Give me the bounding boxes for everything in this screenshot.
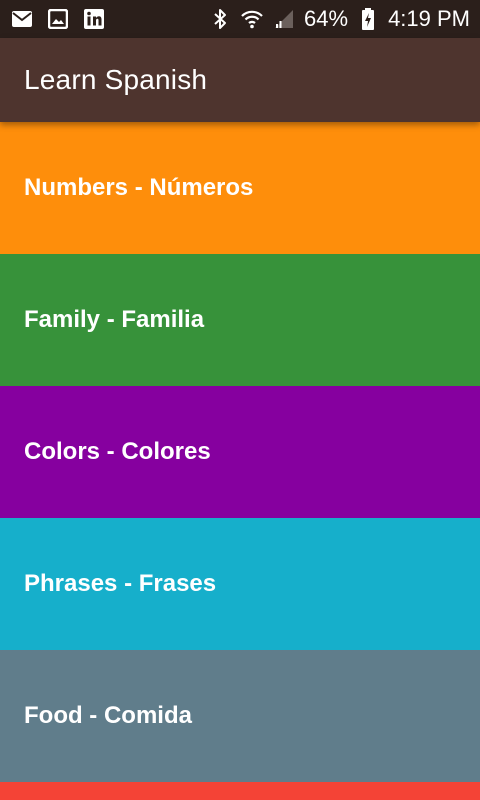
linkedin-icon	[82, 7, 106, 31]
status-bar: 64% 4:19 PM	[0, 0, 480, 38]
category-family[interactable]: Family - Familia	[0, 254, 480, 386]
category-list: Numbers - Números Family - Familia Color…	[0, 122, 480, 782]
category-label: Family - Familia	[24, 306, 205, 333]
image-icon	[46, 7, 70, 31]
clock: 4:19 PM	[388, 6, 470, 31]
category-phrases[interactable]: Phrases - Frases	[0, 518, 480, 650]
next-category-partial[interactable]	[0, 782, 480, 800]
wifi-icon	[240, 7, 264, 31]
category-food[interactable]: Food - Comida	[0, 650, 480, 782]
battery-percent: 64%	[304, 6, 349, 31]
mail-icon	[10, 7, 34, 31]
app-title: Learn Spanish	[24, 64, 208, 95]
bluetooth-icon	[208, 7, 232, 31]
category-numbers[interactable]: Numbers - Números	[0, 122, 480, 254]
category-label: Colors - Colores	[24, 438, 211, 465]
app-bar: Learn Spanish	[0, 38, 480, 122]
category-colors[interactable]: Colors - Colores	[0, 386, 480, 518]
category-label: Food - Comida	[24, 702, 192, 729]
category-label: Numbers - Números	[24, 174, 254, 201]
category-label: Phrases - Frases	[24, 570, 217, 597]
battery-charging-icon	[356, 7, 380, 31]
signal-icon	[272, 7, 296, 31]
